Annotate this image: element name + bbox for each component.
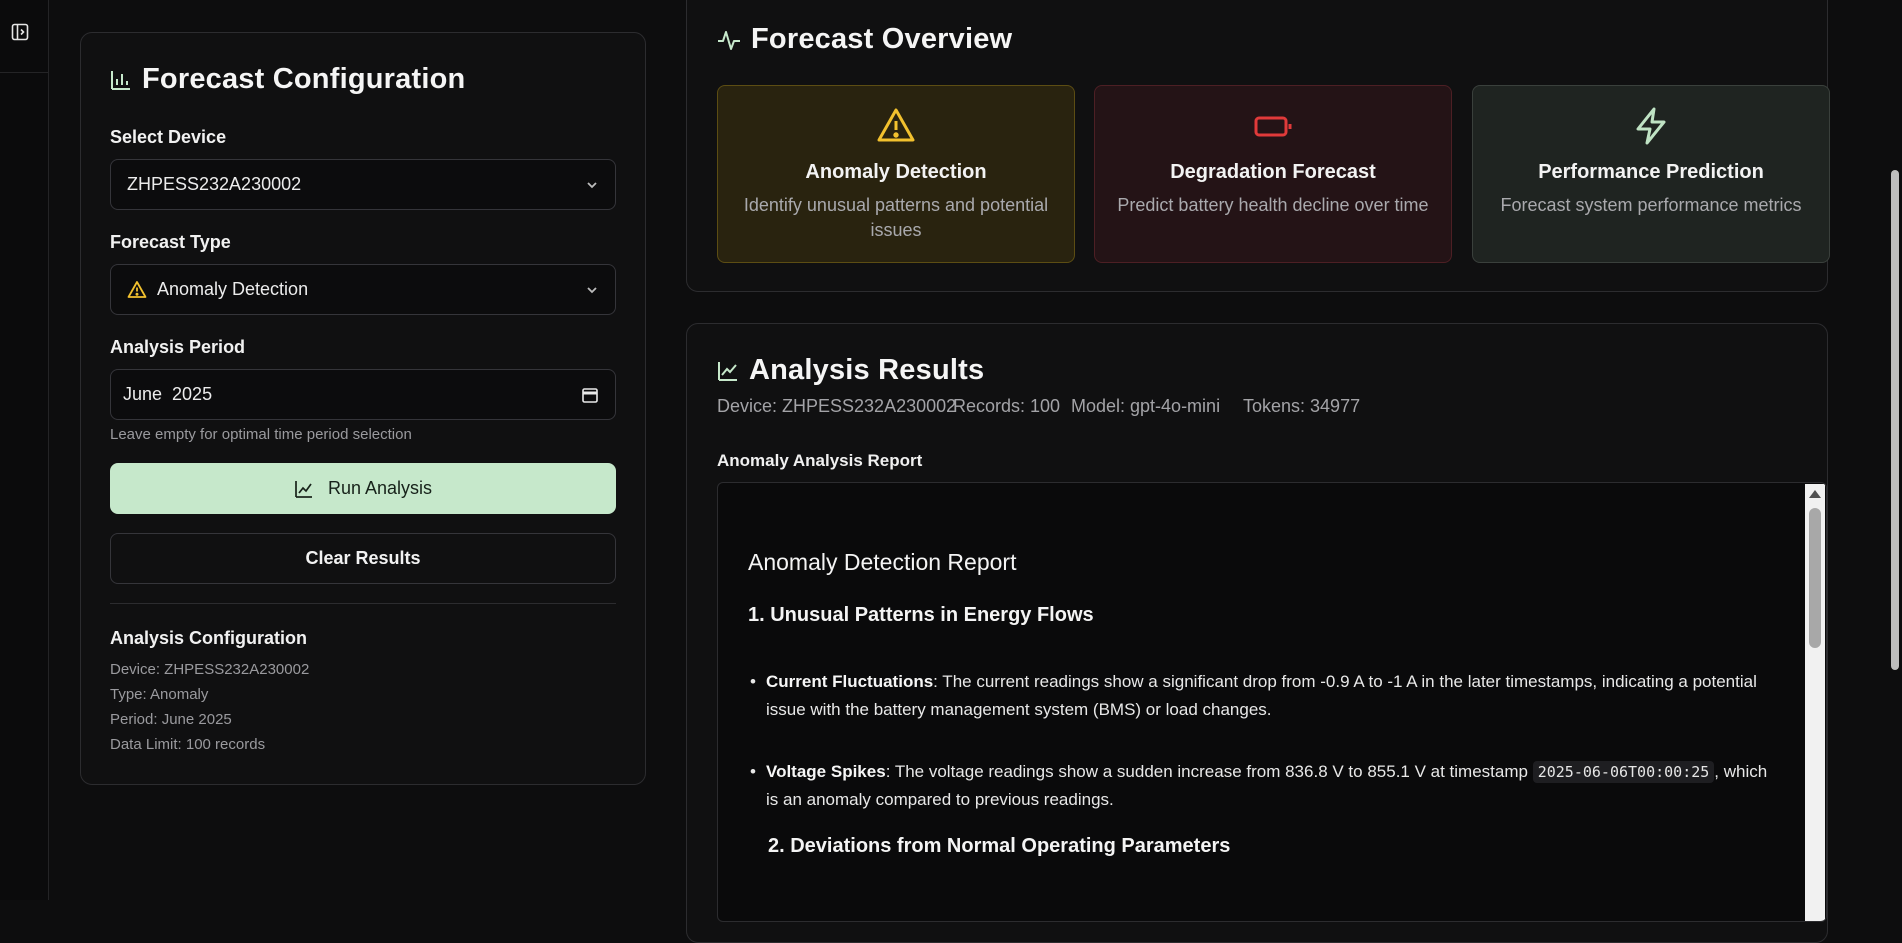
forecast-type-label: Forecast Type <box>110 232 231 252</box>
tile-description: Predict battery health decline over time <box>1117 195 1429 215</box>
report-section-2: 2. Deviations from Normal Operating Para… <box>768 835 1231 857</box>
chevron-down-icon <box>585 283 599 297</box>
list-item: Current Fluctuations: The current readin… <box>750 668 1776 724</box>
bullet-bold: Voltage Spikes <box>766 762 886 781</box>
anomaly-report-panel[interactable]: Anomaly Detection Report 1. Unusual Patt… <box>717 482 1827 922</box>
analysis-period-label: Analysis Period <box>110 337 246 357</box>
forecast-overview-card: Forecast Overview Anomaly Detection Iden… <box>686 0 1830 292</box>
rail-divider <box>0 72 48 73</box>
tile-title: Anomaly Detection <box>805 161 987 183</box>
summary-device: Device: ZHPESS232A230002 <box>110 661 310 678</box>
results-model: Model: gpt-4o-mini <box>1071 396 1221 416</box>
results-records: Records: 100 <box>953 396 1061 416</box>
sidebar-rail <box>0 0 49 900</box>
device-select-value: ZHPESS232A230002 <box>127 174 302 194</box>
clear-results-button[interactable]: Clear Results <box>110 533 616 584</box>
bullet-text: : The voltage readings show a sudden inc… <box>885 762 1533 781</box>
summary-period: Period: June 2025 <box>110 711 232 728</box>
device-select[interactable]: ZHPESS232A230002 <box>110 159 616 210</box>
tile-description: Identify unusual patterns and potential … <box>743 195 1049 240</box>
report-label: Anomaly Analysis Report <box>717 451 923 470</box>
tile-description: Forecast system performance metrics <box>1500 195 1802 215</box>
performance-prediction-tile[interactable]: Performance Prediction Forecast system p… <box>1472 85 1830 263</box>
forecast-type-value: Anomaly Detection <box>157 279 309 299</box>
config-title-row: Forecast Configuration <box>110 63 465 96</box>
results-tokens: Tokens: 34977 <box>1243 396 1361 416</box>
calendar-icon[interactable] <box>581 386 599 404</box>
activity-pulse-icon <box>718 30 740 50</box>
chevron-down-icon <box>585 178 599 192</box>
overview-title-row: Forecast Overview <box>717 23 1012 56</box>
page-scrollbar-thumb[interactable] <box>1891 170 1899 670</box>
clear-results-label: Clear Results <box>305 548 421 568</box>
line-chart-icon <box>718 361 737 381</box>
analysis-period-input[interactable]: June 2025 <box>110 369 616 420</box>
page-scrollbar[interactable] <box>1888 0 1902 900</box>
degradation-forecast-tile[interactable]: Degradation Forecast Predict battery hea… <box>1094 85 1452 263</box>
bar-chart-icon <box>111 70 130 90</box>
sidebar-toggle-button[interactable] <box>9 21 31 43</box>
forecast-configuration-card: Forecast Configuration Select Device ZHP… <box>80 32 646 785</box>
timestamp-code: 2025-06-06T00:00:25 <box>1532 761 1715 783</box>
tile-title: Degradation Forecast <box>1170 161 1376 183</box>
warning-triangle-icon <box>877 108 915 142</box>
battery-icon <box>1254 116 1292 137</box>
results-title: Analysis Results <box>749 354 985 386</box>
config-title: Forecast Configuration <box>142 63 466 95</box>
tile-title: Performance Prediction <box>1538 161 1764 183</box>
select-device-label: Select Device <box>110 127 227 147</box>
config-divider <box>110 603 616 604</box>
bullet-bold: Current Fluctuations <box>766 672 934 691</box>
results-device: Device: ZHPESS232A230002 <box>717 396 957 416</box>
scroll-up-icon[interactable] <box>1809 490 1821 498</box>
run-analysis-button[interactable]: Run Analysis <box>110 463 616 514</box>
report-heading: Anomaly Detection Report <box>748 549 1017 575</box>
analysis-configuration-title: Analysis Configuration <box>110 628 308 648</box>
anomaly-detection-tile[interactable]: Anomaly Detection Identify unusual patte… <box>717 85 1075 263</box>
report-scrollbar[interactable] <box>1805 484 1825 921</box>
report-section-1: 1. Unusual Patterns in Energy Flows <box>748 604 1094 626</box>
forecast-type-select[interactable]: Anomaly Detection <box>110 264 616 315</box>
sidebar-toggle-icon <box>11 23 29 41</box>
warning-triangle-icon <box>127 280 147 298</box>
results-title-row: Analysis Results <box>717 354 984 387</box>
analysis-period-value: June 2025 <box>123 384 213 404</box>
report-scrollbar-thumb[interactable] <box>1809 508 1821 648</box>
list-item: Voltage Spikes: The voltage readings sho… <box>750 758 1776 814</box>
summary-limit: Data Limit: 100 records <box>110 736 266 753</box>
period-hint: Leave empty for optimal time period sele… <box>110 426 412 443</box>
run-analysis-label: Run Analysis <box>327 478 433 498</box>
lightning-icon <box>1636 107 1666 145</box>
line-chart-icon <box>295 480 312 498</box>
overview-title: Forecast Overview <box>751 23 1013 55</box>
summary-type: Type: Anomaly <box>110 686 209 703</box>
